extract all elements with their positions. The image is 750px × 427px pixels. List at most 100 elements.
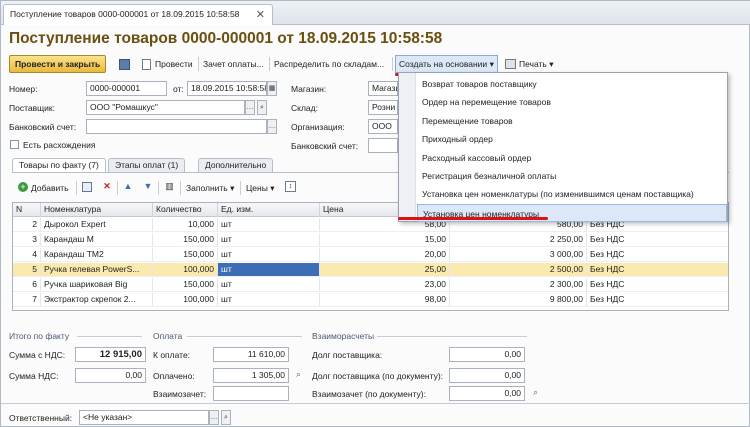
cell-price[interactable]: 20,00 [320, 248, 450, 261]
date-input[interactable]: 18.09.2015 10:58:58 [187, 81, 267, 96]
cell-sum[interactable]: 2 250,00 [450, 233, 587, 246]
cell-item[interactable]: Карандаш M [41, 233, 153, 246]
calendar-icon[interactable]: ▦ [267, 81, 277, 96]
table-row[interactable]: 6 Ручка шариковая Big 150,000 шт 23,00 2 300,… [13, 278, 728, 292]
cell-unit[interactable]: шт [218, 233, 320, 246]
move-down-icon[interactable]: ▼ [143, 181, 153, 192]
print-label: Печать [519, 59, 547, 69]
bank-account-input[interactable] [86, 119, 267, 134]
menu-item[interactable]: Ордер на перемещение товаров [417, 93, 727, 111]
tab-additional[interactable]: Дополнительно [198, 158, 274, 172]
cell-n[interactable]: 5 [13, 263, 41, 276]
search-icon[interactable]: ⌕ [293, 369, 304, 380]
menu-item[interactable]: Регистрация безналичной оплаты [417, 167, 727, 185]
discrepancy-checkbox[interactable] [10, 140, 19, 149]
menu-item[interactable]: Приходный ордер [417, 130, 727, 148]
cell-item[interactable]: Экстрактор скрепок 2... [41, 293, 153, 306]
col-header-n[interactable]: N [13, 203, 41, 217]
save-icon[interactable] [119, 59, 130, 70]
offset-payment-button[interactable]: Зачет оплаты... [203, 55, 264, 73]
copy-icon[interactable] [82, 182, 92, 192]
cell-vat[interactable]: Без НДС [587, 233, 728, 246]
cell-unit[interactable]: шт [218, 248, 320, 261]
cell-vat[interactable]: Без НДС [587, 248, 728, 261]
cell-n[interactable]: 4 [13, 248, 41, 261]
cell-n[interactable]: 7 [13, 293, 41, 306]
menu-item[interactable]: Установка цен номенклатуры (по изменивши… [417, 185, 727, 203]
add-button[interactable]: Добавить [31, 183, 69, 193]
settings-icon[interactable]: ↕ [285, 181, 296, 192]
document-tab[interactable]: Поступление товаров 0000-000001 от 18.09… [3, 4, 273, 25]
cell-price[interactable]: 23,00 [320, 278, 450, 291]
responsible-input[interactable]: <Не указан> [79, 410, 209, 425]
col-header-item[interactable]: Номенклатура [41, 203, 153, 217]
select-dots-icon[interactable]: … [267, 119, 277, 134]
cell-price[interactable]: 98,00 [320, 293, 450, 306]
select-dots-icon[interactable]: … [245, 100, 255, 115]
search-icon[interactable]: ⌕ [530, 387, 541, 398]
number-input[interactable]: 0000-000001 [86, 81, 167, 96]
cell-sum[interactable]: 2 300,00 [450, 278, 587, 291]
cell-unit[interactable]: шт [218, 263, 320, 276]
menu-item[interactable]: Возврат товаров поставщику [417, 75, 727, 93]
close-tab-icon[interactable]: ✕ [256, 8, 265, 21]
cell-price[interactable]: 15,00 [320, 233, 450, 246]
open-icon[interactable]: ⌕ [221, 410, 231, 425]
cell-vat[interactable]: Без НДС [587, 278, 728, 291]
cell-unit[interactable]: шт [218, 293, 320, 306]
table-row[interactable]: 3 Карандаш M 150,000 шт 15,00 2 250,00 Без НДС [13, 233, 728, 247]
col-header-quantity[interactable]: Количество [153, 203, 218, 217]
prices-button[interactable]: Цены ▾ [246, 183, 274, 194]
distribute-warehouses-button[interactable]: Распределить по складам... [274, 55, 384, 73]
organization-input[interactable]: ООО [368, 119, 398, 134]
col-header-unit[interactable]: Ед. изм. [218, 203, 320, 217]
warehouse-input[interactable]: Розни [368, 100, 398, 115]
printer-icon[interactable] [505, 59, 516, 69]
supplier-input[interactable]: ООО "Ромашкус" [86, 100, 245, 115]
warehouse-label: Склад: [291, 103, 318, 113]
cell-quantity[interactable]: 150,000 [153, 233, 218, 246]
cell-vat[interactable]: Без НДС [587, 293, 728, 306]
barcode-icon[interactable]: ▥ [164, 181, 175, 192]
cell-item[interactable]: Карандаш TM2 [41, 248, 153, 261]
menu-item[interactable]: Расходный кассовый ордер [417, 149, 727, 167]
menu-item[interactable]: Перемещение товаров [417, 112, 727, 130]
cell-unit[interactable]: шт [218, 278, 320, 291]
tab-goods[interactable]: Товары по факту (7) [12, 158, 106, 173]
menu-gutter [399, 73, 416, 221]
bank-account-2-input[interactable] [368, 138, 398, 153]
cell-quantity[interactable]: 100,000 [153, 263, 218, 276]
open-icon[interactable]: ⌕ [257, 100, 267, 115]
cell-sum[interactable]: 9 800,00 [450, 293, 587, 306]
delete-icon[interactable]: ✕ [102, 181, 112, 192]
cell-sum[interactable]: 3 000,00 [450, 248, 587, 261]
select-dots-icon[interactable]: … [209, 410, 219, 425]
table-row[interactable]: 5 Ручка гелевая PowerS... 100,000 шт 25,00 2 … [13, 263, 728, 277]
cell-item[interactable]: Дырокол Expert [41, 218, 153, 231]
cell-quantity[interactable]: 100,000 [153, 293, 218, 306]
post-button[interactable]: Провести [155, 55, 193, 73]
cell-quantity[interactable]: 150,000 [153, 278, 218, 291]
cell-price[interactable]: 25,00 [320, 263, 450, 276]
cell-quantity[interactable]: 150,000 [153, 248, 218, 261]
cell-unit[interactable]: шт [218, 218, 320, 231]
cell-sum[interactable]: 2 500,00 [450, 263, 587, 276]
create-based-on-button[interactable]: Создать на основании ▾ [395, 55, 498, 73]
cell-n[interactable]: 6 [13, 278, 41, 291]
post-icon[interactable] [142, 59, 151, 70]
cell-item[interactable]: Ручка гелевая PowerS... [41, 263, 153, 276]
table-row[interactable]: 7 Экстрактор скрепок 2... 100,000 шт 98,00 9 … [13, 293, 728, 307]
cell-item[interactable]: Ручка шариковая Big [41, 278, 153, 291]
cell-quantity[interactable]: 10,000 [153, 218, 218, 231]
cell-vat[interactable]: Без НДС [587, 263, 728, 276]
cell-n[interactable]: 3 [13, 233, 41, 246]
print-button[interactable]: Печать ▾ [519, 55, 554, 73]
move-up-icon[interactable]: ▲ [123, 181, 133, 192]
fill-button[interactable]: Заполнить ▾ [186, 183, 234, 194]
tab-payment-stages[interactable]: Этапы оплат (1) [108, 158, 186, 172]
table-row[interactable]: 4 Карандаш TM2 150,000 шт 20,00 3 000,00 Без Н… [13, 248, 728, 262]
store-input[interactable]: Магази [368, 81, 398, 96]
post-and-close-button[interactable]: Провести и закрыть [9, 55, 107, 73]
add-icon[interactable]: + [18, 182, 28, 192]
cell-n[interactable]: 2 [13, 218, 41, 231]
